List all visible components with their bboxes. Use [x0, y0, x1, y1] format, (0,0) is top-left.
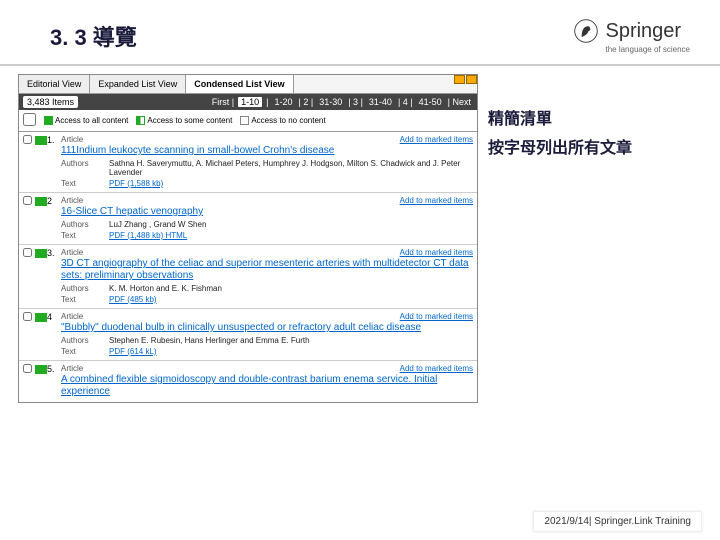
- item-title[interactable]: A combined flexible sigmoidoscopy and do…: [61, 373, 473, 399]
- tab-editorial[interactable]: Editorial View: [19, 75, 90, 93]
- pager-first[interactable]: First |: [210, 97, 236, 107]
- add-marked-link[interactable]: Add to marked items: [400, 364, 473, 373]
- add-marked-link[interactable]: Add to marked items: [400, 135, 473, 144]
- pager-5[interactable]: 41-50: [417, 97, 444, 107]
- swatch-partial-icon: [136, 116, 145, 125]
- side-annotations: 精簡清單 按字母列出所有文章: [488, 74, 632, 403]
- springer-horse-icon: [573, 18, 599, 44]
- access-full-icon: [35, 136, 47, 145]
- select-all-checkbox[interactable]: [23, 113, 36, 126]
- swatch-full-icon: [44, 116, 53, 125]
- slide-title: 3. 3 導覽: [50, 20, 137, 52]
- item-number: 4: [47, 312, 61, 357]
- item-checkbox[interactable]: [23, 312, 32, 321]
- add-marked-link[interactable]: Add to marked items: [400, 196, 473, 205]
- list-item: 2 ArticleAdd to marked items 16-Slice CT…: [19, 193, 477, 245]
- item-number: 2: [47, 196, 61, 241]
- results-list: 1. ArticleAdd to marked items 111Indium …: [19, 132, 477, 402]
- tab-condensed[interactable]: Condensed List View: [186, 75, 293, 93]
- item-checkbox[interactable]: [23, 364, 32, 373]
- pager-1[interactable]: 1-10: [238, 97, 262, 107]
- export-icons[interactable]: [454, 75, 477, 93]
- item-checkbox[interactable]: [23, 196, 32, 205]
- pager-2[interactable]: 1-20: [272, 97, 294, 107]
- brand-name: Springer: [605, 20, 681, 43]
- email-icon[interactable]: [454, 75, 465, 84]
- annotation-1: 精簡清單: [488, 106, 632, 135]
- add-marked-link[interactable]: Add to marked items: [400, 312, 473, 321]
- access-full-icon: [35, 249, 47, 258]
- pager: First | 1-10 | 1-20 | 2 | 31-30 | 3 | 31…: [210, 97, 473, 107]
- pdf-link[interactable]: PDF (614 kL): [109, 347, 157, 356]
- item-title[interactable]: 16-Slice CT hepatic venography: [61, 205, 473, 219]
- tab-expanded[interactable]: Expanded List View: [90, 75, 186, 93]
- access-full-icon: [35, 365, 47, 374]
- item-title[interactable]: 3D CT angiography of the celiac and supe…: [61, 257, 473, 283]
- item-title[interactable]: 111Indium leukocyte scanning in small-bo…: [61, 144, 473, 158]
- item-number: 3.: [47, 248, 61, 305]
- brand-logo: Springer the language of science: [573, 18, 690, 54]
- results-panel: Editorial View Expanded List View Conden…: [18, 74, 478, 403]
- pdf-link[interactable]: PDF (1,488 kb) HTML: [109, 231, 187, 240]
- list-item: 4 ArticleAdd to marked items "Bubbly" du…: [19, 309, 477, 361]
- item-number: 5.: [47, 364, 61, 399]
- item-title[interactable]: "Bubbly" duodenal bulb in clinically uns…: [61, 321, 473, 335]
- annotation-2: 按字母列出所有文章: [488, 135, 632, 164]
- pdf-link[interactable]: PDF (485 kb): [109, 295, 157, 304]
- pdf-link[interactable]: PDF (1,588 kb): [109, 179, 163, 188]
- result-count: 3,483 Items: [23, 96, 78, 108]
- item-checkbox[interactable]: [23, 135, 32, 144]
- access-full-icon: [35, 313, 47, 322]
- slide-header: 3. 3 導覽 Springer the language of science: [0, 0, 720, 66]
- list-item: 5. ArticleAdd to marked items A combined…: [19, 361, 477, 402]
- item-checkbox[interactable]: [23, 248, 32, 257]
- pager-next[interactable]: | Next: [446, 97, 473, 107]
- add-marked-link[interactable]: Add to marked items: [400, 248, 473, 257]
- results-toolbar: 3,483 Items First | 1-10 | 1-20 | 2 | 31…: [19, 94, 477, 110]
- pager-4[interactable]: 31-40: [367, 97, 394, 107]
- swatch-none-icon: [240, 116, 249, 125]
- list-item: 3. ArticleAdd to marked items 3D CT angi…: [19, 245, 477, 309]
- slide-footer: 2021/9/14| Springer.Link Training: [533, 511, 702, 532]
- view-tabs: Editorial View Expanded List View Conden…: [19, 75, 477, 94]
- access-legend: Access to all content Access to some con…: [19, 110, 477, 132]
- list-item: 1. ArticleAdd to marked items 111Indium …: [19, 132, 477, 193]
- access-full-icon: [35, 197, 47, 206]
- brand-tagline: the language of science: [605, 45, 690, 54]
- pager-3[interactable]: 31-30: [317, 97, 344, 107]
- item-number: 1.: [47, 135, 61, 189]
- rss-icon[interactable]: [466, 75, 477, 84]
